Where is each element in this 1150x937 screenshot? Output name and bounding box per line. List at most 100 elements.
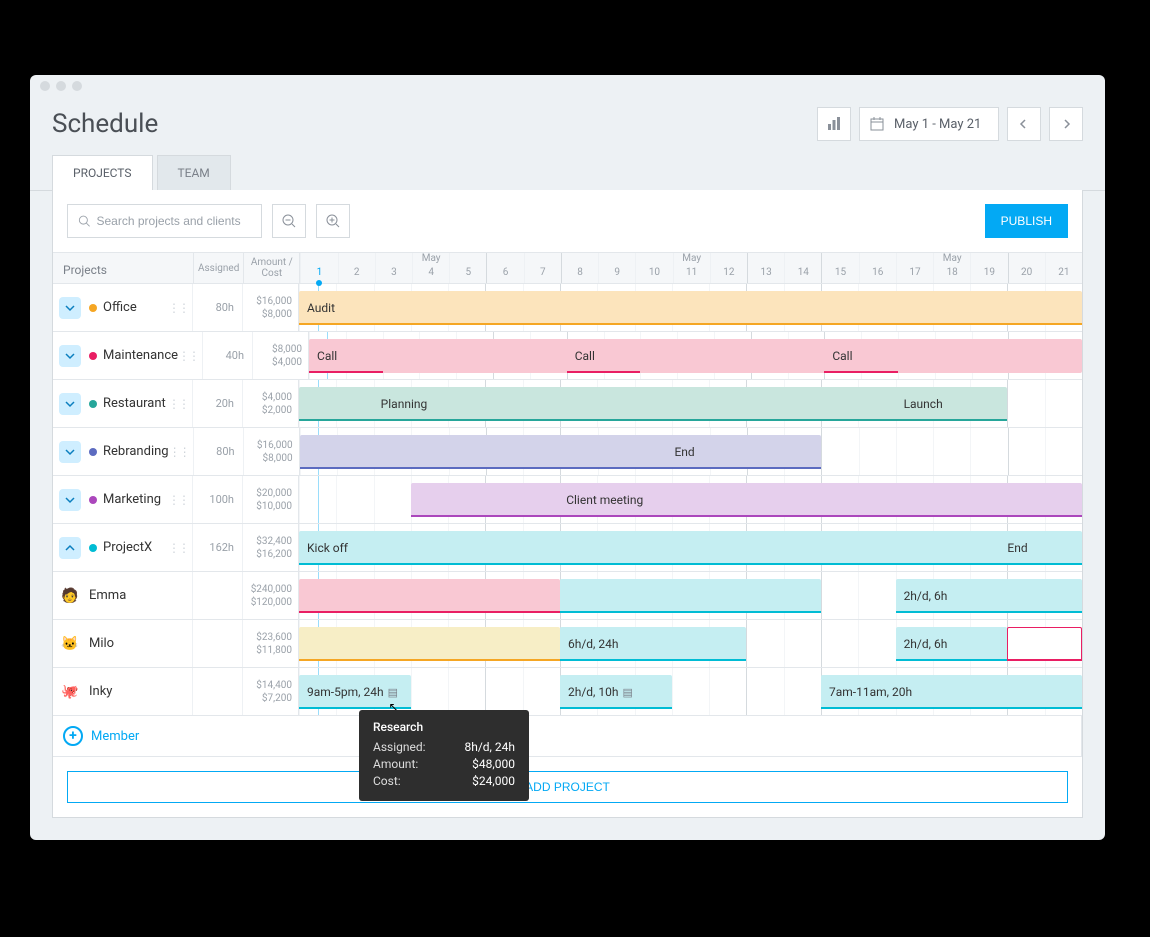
row-timeline[interactable]: PlanningLaunch [299, 380, 1082, 427]
chevron-right-icon [1061, 119, 1071, 129]
tooltip-row: Amount:$48,000 [373, 757, 515, 771]
amount-cost: $240,000$120,000 [242, 572, 298, 619]
chevron-down-icon [65, 351, 75, 361]
drag-handle-icon[interactable]: ⋮⋮ [168, 301, 188, 315]
project-color-dot [89, 448, 97, 456]
window-titlebar [30, 75, 1105, 97]
expand-toggle[interactable] [59, 537, 81, 559]
day-col-15: 15 [821, 253, 858, 283]
schedule-bar[interactable]: 2h/d, 6h [896, 627, 1008, 661]
drag-handle-icon[interactable]: ⋮⋮ [168, 493, 188, 507]
note-icon: ▤ [623, 686, 633, 699]
page-title: Schedule [52, 109, 158, 139]
row-timeline[interactable]: Audit [299, 284, 1082, 331]
tooltip-row: Assigned:8h/d, 24h [373, 740, 515, 754]
add-member-row: +Member [53, 716, 1082, 757]
bar-tooltip: ResearchAssigned:8h/d, 24hAmount:$48,000… [359, 710, 529, 801]
row-timeline[interactable]: 9am-5pm, 24h▤2h/d, 10h▤7am-11am, 20hRese… [299, 668, 1082, 715]
row-timeline[interactable]: 6h/d, 24h 2h/d, 6h [299, 620, 1082, 667]
schedule-bar[interactable]: Launch [896, 387, 1008, 421]
row-timeline[interactable]: Kick offEnd [299, 524, 1082, 571]
schedule-rows: Office⋮⋮80h$16,000$8,000AuditMaintenance… [53, 284, 1082, 757]
tab-projects[interactable]: PROJECTS [52, 155, 153, 190]
member-name: Inky [89, 684, 192, 699]
drag-handle-icon[interactable]: ⋮⋮ [168, 541, 188, 555]
stats-button[interactable] [817, 107, 851, 141]
amount-cost: $8,000$4,000 [252, 332, 308, 379]
schedule-bar[interactable]: Kick offEnd [299, 531, 1082, 565]
avatar: 🐙 [59, 681, 81, 703]
chevron-down-icon [65, 303, 75, 313]
chevron-down-icon [65, 447, 75, 457]
schedule-bar[interactable]: 6h/d, 24h [560, 627, 746, 661]
bar-label: 2h/d, 10h [568, 685, 619, 699]
calendar-icon [870, 117, 884, 131]
add-member-button[interactable]: +Member [53, 716, 149, 756]
schedule-bar[interactable]: 2h/d, 6h [896, 579, 1082, 613]
member-row: 🐱Milo$23,600$11,8006h/d, 24h2h/d, 6h [53, 620, 1082, 668]
member-row: 🐙Inky$14,400$7,2009am-5pm, 24h▤2h/d, 10h… [53, 668, 1082, 716]
add-project-button[interactable]: ADD PROJECT [67, 771, 1068, 803]
project-name: Maintenance [103, 348, 178, 363]
schedule-bar[interactable] [299, 627, 560, 661]
bar-label: End [674, 445, 694, 459]
date-range-picker[interactable]: May 1 - May 21 [859, 107, 999, 141]
tab-team[interactable]: TEAM [157, 155, 231, 190]
toolbar: PUBLISH [53, 190, 1082, 253]
schedule-bar[interactable]: End [300, 435, 822, 469]
chevron-up-icon [65, 543, 75, 553]
project-name: Office [103, 300, 168, 315]
schedule-bar[interactable]: Planning [299, 387, 970, 421]
schedule-bar[interactable] [299, 579, 560, 613]
chevron-down-icon [65, 399, 75, 409]
project-row: Office⋮⋮80h$16,000$8,000Audit [53, 284, 1082, 332]
day-col-13: 13 [747, 253, 784, 283]
schedule-bar[interactable] [560, 579, 821, 613]
search-input[interactable] [97, 214, 252, 228]
drag-handle-icon[interactable]: ⋮⋮ [169, 445, 189, 459]
project-row: Maintenance⋮⋮40h$8,000$4,000CallCallCall [53, 332, 1082, 380]
days-header: 1234May567891011May12131415161718May1920… [300, 253, 1082, 283]
schedule-bar[interactable]: CallCallCall [309, 339, 1082, 373]
traffic-light-max[interactable] [72, 81, 82, 91]
expand-toggle[interactable] [59, 345, 81, 367]
traffic-light-close[interactable] [40, 81, 50, 91]
tooltip-row: Cost:$24,000 [373, 774, 515, 788]
prev-button[interactable] [1007, 107, 1041, 141]
day-col-7: 7 [524, 253, 561, 283]
traffic-light-min[interactable] [56, 81, 66, 91]
search-input-wrapper[interactable] [67, 204, 262, 238]
schedule-bar[interactable]: 2h/d, 10h ▤ [560, 675, 672, 709]
publish-button[interactable]: PUBLISH [985, 204, 1068, 238]
day-col-2: 2 [338, 253, 375, 283]
day-col-21: 21 [1045, 253, 1082, 283]
schedule-bar[interactable]: Audit [299, 291, 1082, 325]
project-color-dot [89, 400, 97, 408]
member-name: Milo [89, 636, 192, 651]
expand-toggle[interactable] [59, 441, 81, 463]
zoom-out-button[interactable] [272, 204, 306, 238]
avatar: 🧑 [59, 585, 81, 607]
drag-handle-icon[interactable]: ⋮⋮ [168, 397, 188, 411]
row-timeline[interactable]: Client meeting [299, 476, 1082, 523]
assigned-hours: 162h [192, 524, 242, 571]
schedule-bar[interactable]: 7am-11am, 20h [821, 675, 1082, 709]
amount-cost: $4,000$2,000 [242, 380, 298, 427]
expand-toggle[interactable] [59, 393, 81, 415]
schedule-bar[interactable] [1007, 627, 1082, 661]
project-row: ProjectX⋮⋮162h$32,400$16,200Kick offEnd [53, 524, 1082, 572]
row-timeline[interactable]: End [300, 428, 1082, 475]
row-timeline[interactable]: CallCallCall [309, 332, 1082, 379]
expand-toggle[interactable] [59, 297, 81, 319]
expand-toggle[interactable] [59, 489, 81, 511]
next-button[interactable] [1049, 107, 1083, 141]
row-timeline[interactable]: 2h/d, 6h [299, 572, 1082, 619]
assigned-hours [192, 620, 242, 667]
zoom-in-button[interactable] [316, 204, 350, 238]
bar-label: 2h/d, 6h [904, 589, 948, 603]
drag-handle-icon[interactable]: ⋮⋮ [178, 349, 198, 363]
avatar: 🐱 [59, 633, 81, 655]
project-color-dot [89, 352, 97, 360]
schedule-grid: Projects Assigned Amount / Cost 1234May5… [53, 253, 1082, 817]
schedule-bar[interactable]: Client meeting [411, 483, 1082, 517]
